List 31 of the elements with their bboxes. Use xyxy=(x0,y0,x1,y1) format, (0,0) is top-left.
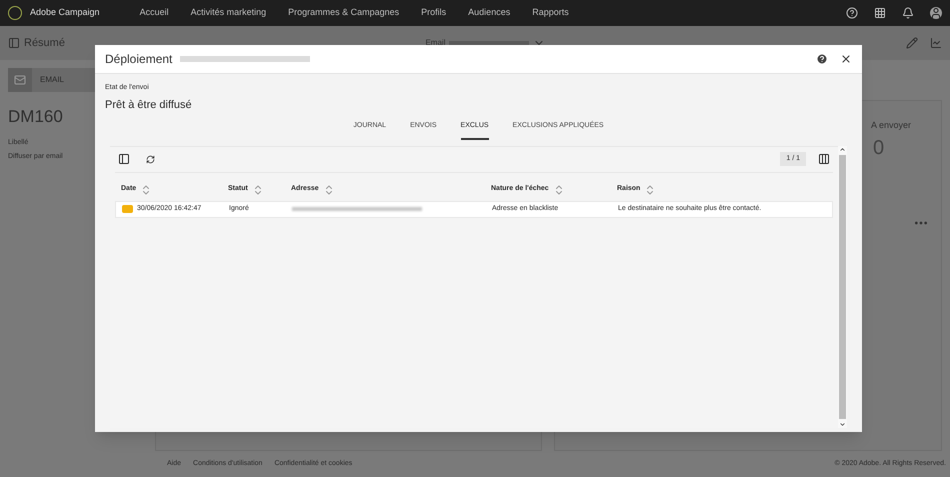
nav-link[interactable]: Accueil xyxy=(140,6,169,20)
warning-icon xyxy=(122,205,133,213)
user-avatar-icon[interactable] xyxy=(930,7,942,19)
nav-link[interactable]: Profils xyxy=(421,6,446,20)
columns-settings-icon[interactable] xyxy=(818,153,830,165)
chart-icon[interactable] xyxy=(930,37,942,49)
nav-link[interactable]: Programmes & Campagnes xyxy=(288,6,400,20)
status-value: Prêt à être diffusé xyxy=(104,98,193,112)
apps-grid-icon[interactable] xyxy=(874,7,886,19)
mail-icon xyxy=(14,74,26,86)
scrollbar-thumb[interactable] xyxy=(839,154,846,418)
delivery-id: DM160 xyxy=(8,106,63,128)
pencil-icon[interactable] xyxy=(906,37,918,49)
close-icon[interactable] xyxy=(840,53,852,65)
scroll-up-icon[interactable] xyxy=(839,146,846,152)
stat-label: A envoyer xyxy=(871,119,912,132)
nav-link[interactable]: Audiences xyxy=(468,6,510,20)
scroll-down-icon[interactable] xyxy=(839,420,846,428)
refresh-icon[interactable] xyxy=(146,154,155,164)
panel-icon[interactable] xyxy=(118,153,130,165)
help-icon[interactable] xyxy=(846,7,858,19)
scrollbar[interactable] xyxy=(838,146,847,428)
nav-link[interactable]: Rapports xyxy=(532,6,569,20)
type-label: EMAIL xyxy=(40,74,64,86)
nav-link[interactable]: Activités marketing xyxy=(190,6,266,20)
dialog-title: Déploiement xyxy=(105,51,172,68)
app-name[interactable]: Adobe Campaign xyxy=(30,6,100,20)
notification-icon[interactable] xyxy=(902,7,914,19)
delivery-type: Email xyxy=(425,37,446,49)
logo-icon[interactable] xyxy=(8,6,22,20)
page-title: Résumé xyxy=(24,36,65,51)
